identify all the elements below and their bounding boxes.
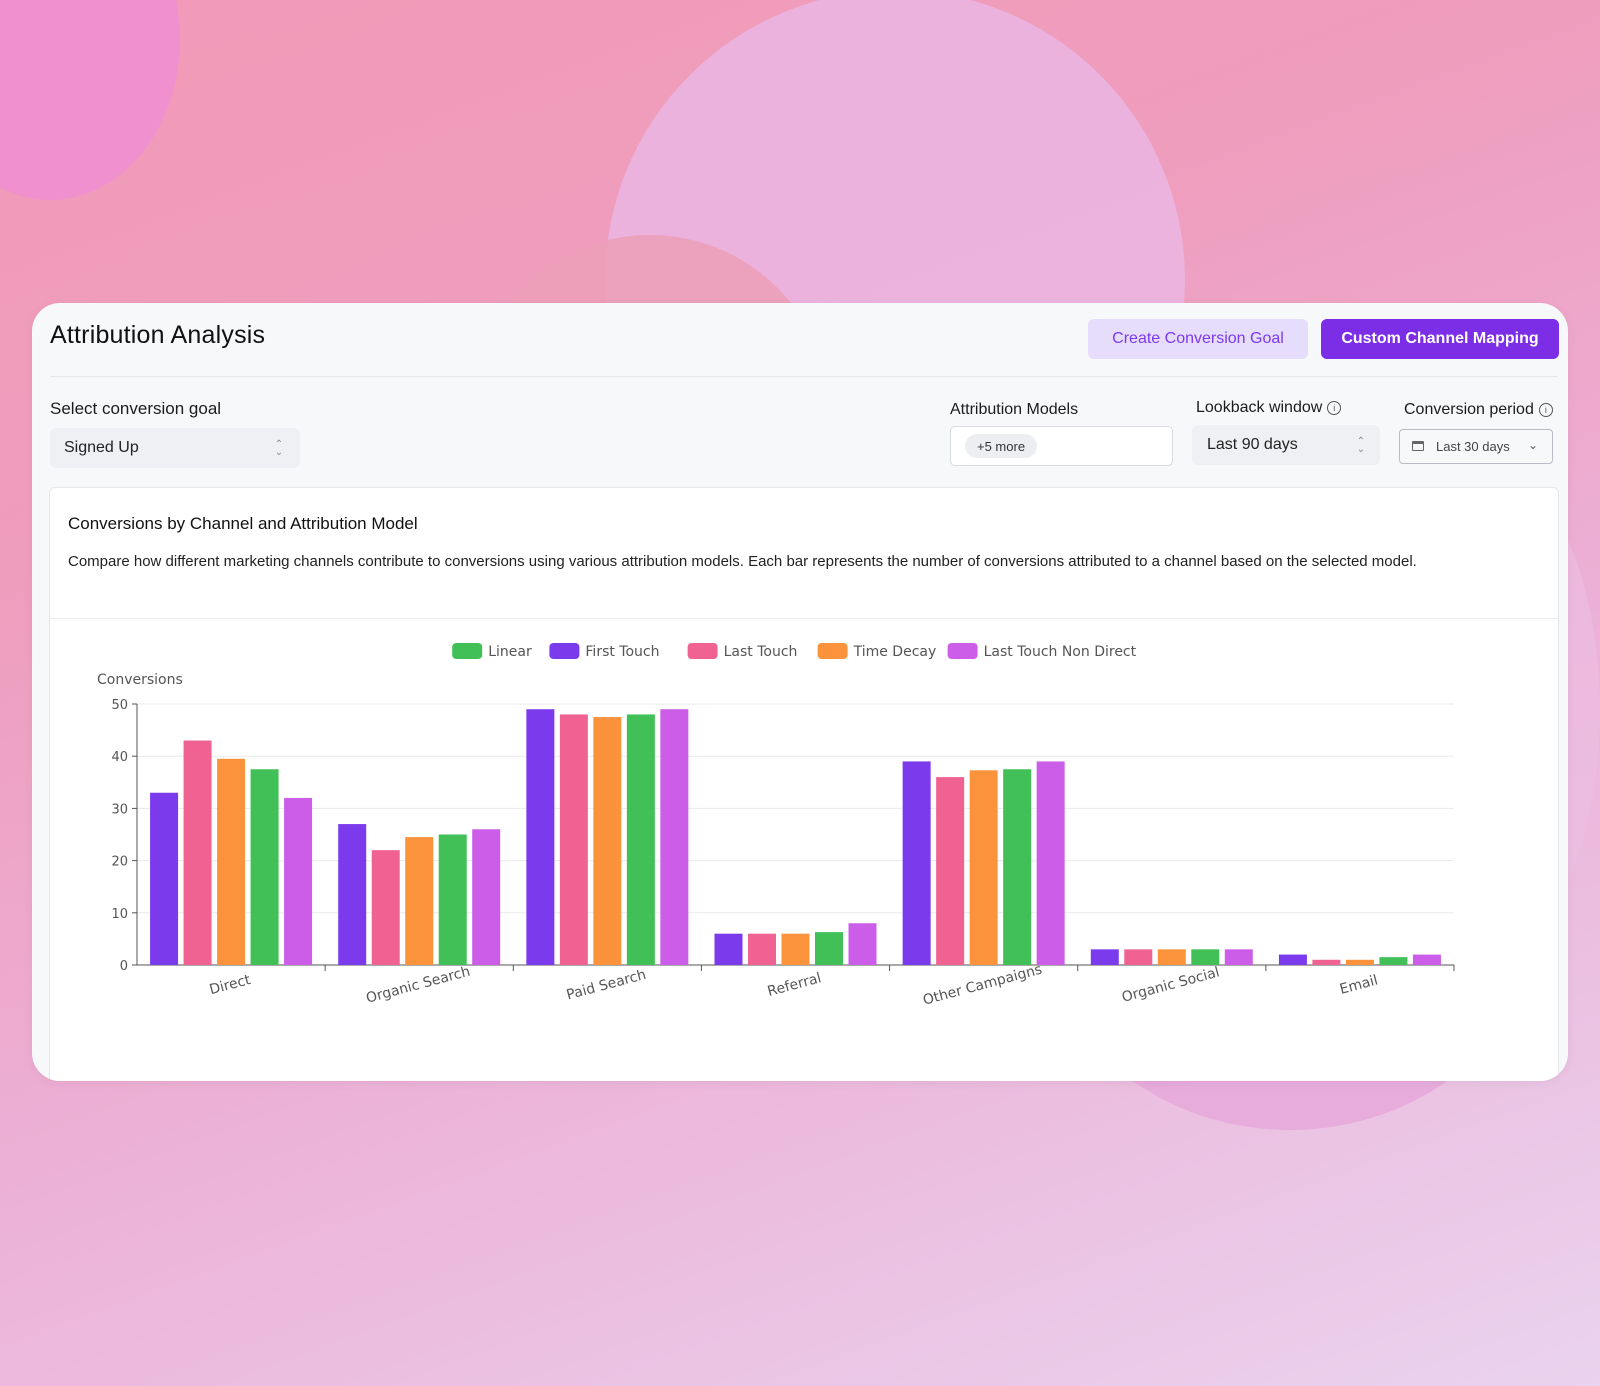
y-tick-label: 30 (111, 802, 128, 817)
bar[interactable] (936, 777, 965, 965)
create-conversion-goal-button[interactable]: Create Conversion Goal (1088, 319, 1308, 359)
bar[interactable] (660, 709, 689, 965)
x-tick-label: Referral (766, 970, 823, 1000)
updown-chevron-icon: ⌃ ⌄ (1356, 436, 1366, 455)
custom-channel-mapping-button[interactable]: Custom Channel Mapping (1321, 319, 1559, 359)
x-tick-label: Paid Search (565, 967, 648, 1004)
bar[interactable] (593, 717, 622, 965)
bar[interactable] (714, 933, 743, 965)
lookback-value: Last 90 days (1207, 436, 1298, 453)
legend-swatch[interactable] (817, 643, 848, 659)
legend-label[interactable]: Last Touch (724, 644, 798, 660)
bar[interactable] (1090, 949, 1119, 965)
y-tick-label: 50 (111, 698, 128, 713)
bar[interactable] (902, 761, 931, 965)
legend-label[interactable]: Linear (488, 644, 532, 660)
bar[interactable] (183, 740, 212, 965)
attribution-card: Attribution Analysis Create Conversion G… (32, 303, 1568, 1081)
bar[interactable] (150, 792, 179, 965)
bar[interactable] (626, 714, 655, 965)
period-label: Conversion period i (1404, 401, 1553, 419)
info-icon[interactable]: i (1538, 403, 1553, 417)
bar[interactable] (284, 797, 313, 965)
bar[interactable] (1224, 949, 1253, 965)
page-title: Attribution Analysis (50, 321, 266, 349)
background-blob (0, 0, 180, 200)
legend-label[interactable]: First Touch (585, 644, 659, 660)
bar[interactable] (1124, 949, 1153, 965)
legend-swatch[interactable] (452, 643, 483, 659)
legend-swatch[interactable] (947, 643, 978, 659)
bar[interactable] (815, 932, 843, 965)
y-tick-label: 10 (111, 907, 128, 922)
period-label-text: Conversion period (1404, 401, 1534, 418)
bar[interactable] (250, 769, 279, 965)
bar[interactable] (472, 829, 501, 965)
y-tick-label: 40 (111, 750, 128, 765)
chart-panel: Conversions by Channel and Attribution M… (49, 487, 1559, 1081)
x-tick-label: Other Campaigns (921, 962, 1044, 1009)
more-models-chip[interactable]: +5 more (965, 434, 1038, 458)
models-label: Attribution Models (950, 401, 1079, 418)
x-tick-label: Organic Search (364, 964, 472, 1007)
lookback-label-text: Lookback window (1196, 399, 1323, 416)
legend-swatch[interactable] (549, 643, 580, 659)
bar[interactable] (748, 933, 776, 965)
x-tick-label: Email (1338, 972, 1380, 998)
header-divider (50, 376, 1558, 377)
legend-swatch[interactable] (687, 643, 718, 659)
bar[interactable] (1278, 954, 1307, 965)
goal-select-value: Signed Up (64, 439, 139, 456)
bar[interactable] (526, 709, 555, 965)
bar[interactable] (848, 923, 877, 965)
calendar-icon (1412, 441, 1424, 451)
lookback-label: Lookback window i (1196, 399, 1342, 417)
y-tick-label: 0 (120, 959, 128, 974)
bar[interactable] (1157, 949, 1186, 965)
bar[interactable] (1312, 959, 1341, 965)
bar[interactable] (1191, 949, 1220, 965)
conversion-period-picker[interactable]: Last 30 days ⌄ (1399, 429, 1553, 464)
bar[interactable] (559, 714, 588, 965)
bar[interactable] (1036, 761, 1065, 965)
bar[interactable] (338, 824, 367, 965)
attribution-models-select[interactable]: +5 more (950, 426, 1173, 466)
bar[interactable] (781, 933, 810, 965)
bar[interactable] (217, 758, 246, 965)
bar[interactable] (1003, 769, 1032, 965)
bar[interactable] (438, 834, 467, 966)
bar[interactable] (1345, 959, 1374, 965)
lookback-window-select[interactable]: Last 90 days ⌃ ⌄ (1192, 425, 1380, 465)
bar[interactable] (969, 770, 998, 965)
y-axis-label: Conversions (97, 672, 183, 688)
bar[interactable] (1412, 954, 1441, 965)
x-tick-label: Organic Social (1120, 964, 1221, 1005)
info-icon[interactable]: i (1327, 401, 1342, 415)
bar[interactable] (405, 837, 434, 965)
legend-label[interactable]: Last Touch Non Direct (984, 644, 1137, 660)
goal-select-label: Select conversion goal (50, 399, 222, 418)
legend-label[interactable]: Time Decay (853, 644, 937, 660)
updown-chevron-icon: ⌃ ⌄ (274, 439, 284, 458)
x-tick-label: Direct (208, 972, 253, 998)
chevron-down-icon: ⌄ (1527, 438, 1538, 452)
conversion-goal-select[interactable]: Signed Up ⌃ ⌄ (50, 428, 300, 468)
attribution-bar-chart: 0 10 20 30 40 50 Conversions Direct Organic Sear… (97, 643, 1455, 1009)
y-tick-label: 20 (111, 855, 128, 870)
bar[interactable] (1379, 957, 1408, 965)
period-value: Last 30 days (1436, 439, 1510, 454)
bar[interactable] (371, 850, 400, 965)
